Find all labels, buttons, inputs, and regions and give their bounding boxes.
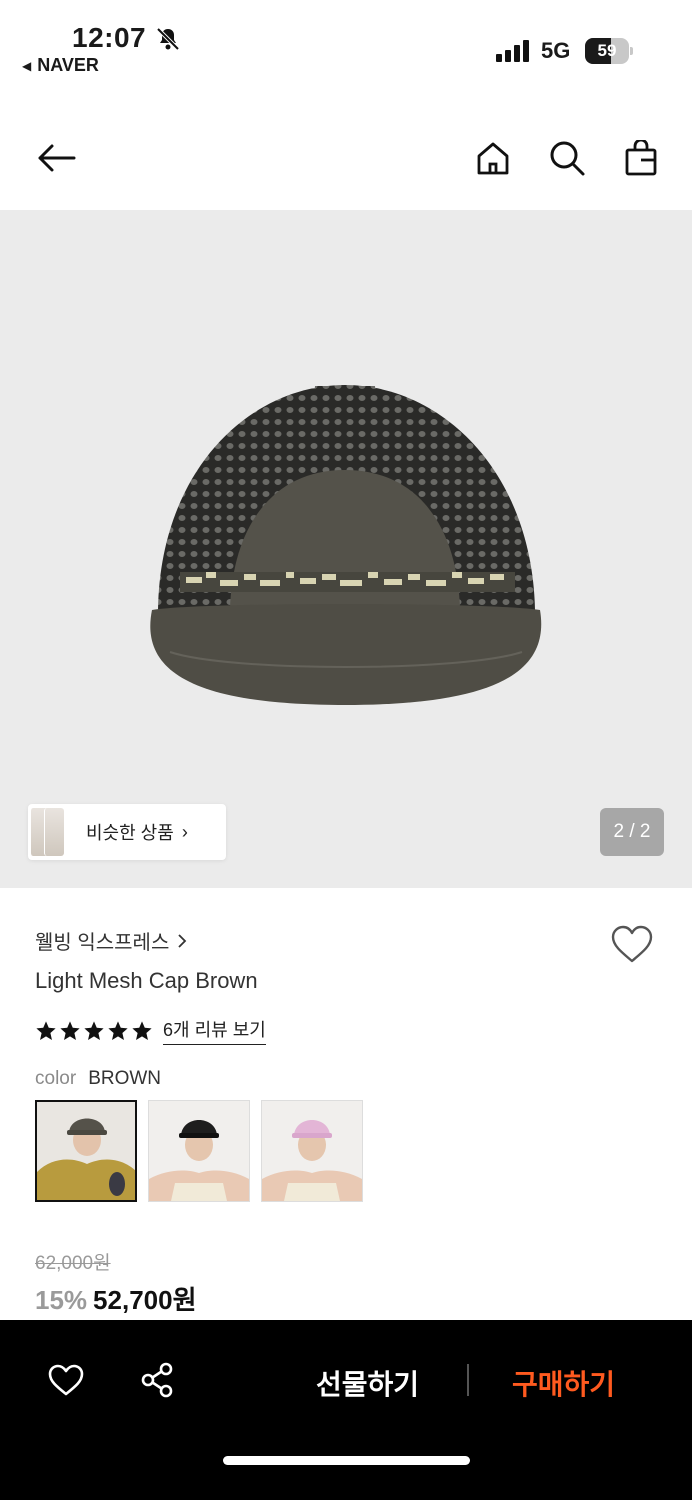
signal-icon <box>496 40 529 62</box>
battery-icon: 59 <box>585 38 633 64</box>
chevron-right-icon: › <box>181 821 188 842</box>
shopping-bag-icon[interactable] <box>621 138 661 178</box>
similar-products-button[interactable]: 비슷한 상품 › <box>28 804 226 860</box>
star-icon <box>60 1020 80 1040</box>
bottom-action-bar: 선물하기 구매하기 <box>0 1320 692 1500</box>
status-time: 12:07 <box>72 22 147 53</box>
star-icon <box>132 1020 152 1040</box>
brand-link[interactable]: 웰빙 익스프레스 <box>35 926 187 955</box>
back-triangle-icon: ◀ <box>22 58 32 73</box>
home-icon[interactable] <box>473 138 513 178</box>
product-image <box>150 385 542 705</box>
brand-name: 웰빙 익스프레스 <box>35 932 170 954</box>
back-to-app-link[interactable]: ◀ NAVER <box>22 55 99 76</box>
back-arrow-icon[interactable] <box>36 138 76 178</box>
network-type: 5G <box>541 38 571 63</box>
swatch-brown[interactable] <box>35 1100 137 1202</box>
color-row: color BROWN <box>35 1068 161 1090</box>
product-title: Light Mesh Cap Brown <box>35 968 258 993</box>
search-icon[interactable] <box>547 138 587 178</box>
rating-row: 6개 리뷰 보기 <box>35 1016 266 1045</box>
star-icon <box>108 1020 128 1040</box>
discount-rate: 15% <box>35 1285 88 1315</box>
product-image-gallery[interactable]: 비슷한 상품 › 2 / 2 <box>0 210 692 888</box>
color-value: BROWN <box>88 1068 162 1089</box>
original-price: 62,000원 <box>35 1253 111 1274</box>
gift-button[interactable]: 선물하기 <box>316 1363 419 1403</box>
similar-thumbnails <box>28 804 64 860</box>
home-indicator[interactable] <box>223 1456 470 1465</box>
sale-price: 52,700원 <box>93 1285 197 1315</box>
buy-button[interactable]: 구매하기 <box>512 1363 615 1403</box>
heart-icon[interactable] <box>46 1360 86 1400</box>
chevron-right-icon <box>178 933 187 948</box>
share-icon[interactable] <box>137 1360 177 1400</box>
color-swatches <box>35 1100 363 1202</box>
wishlist-heart-icon[interactable] <box>610 924 654 964</box>
star-rating <box>35 1020 153 1042</box>
star-icon <box>36 1020 56 1040</box>
top-nav <box>0 118 692 194</box>
color-label: color <box>35 1068 77 1089</box>
status-bar: 12:07 ◀ NAVER 5G 59 <box>0 0 692 90</box>
divider <box>467 1364 469 1396</box>
image-pager: 2 / 2 <box>600 808 664 856</box>
swatch-black[interactable] <box>148 1100 250 1202</box>
bell-muted-icon <box>156 27 180 51</box>
swatch-pink[interactable] <box>261 1100 363 1202</box>
back-app-label: NAVER <box>37 55 99 75</box>
battery-percent: 59 <box>597 41 617 60</box>
price-row: 15% 52,700원 <box>35 1280 197 1317</box>
similar-products-label: 비슷한 상품 <box>86 823 174 843</box>
reviews-link[interactable]: 6개 리뷰 보기 <box>163 1016 266 1045</box>
star-icon <box>84 1020 104 1040</box>
